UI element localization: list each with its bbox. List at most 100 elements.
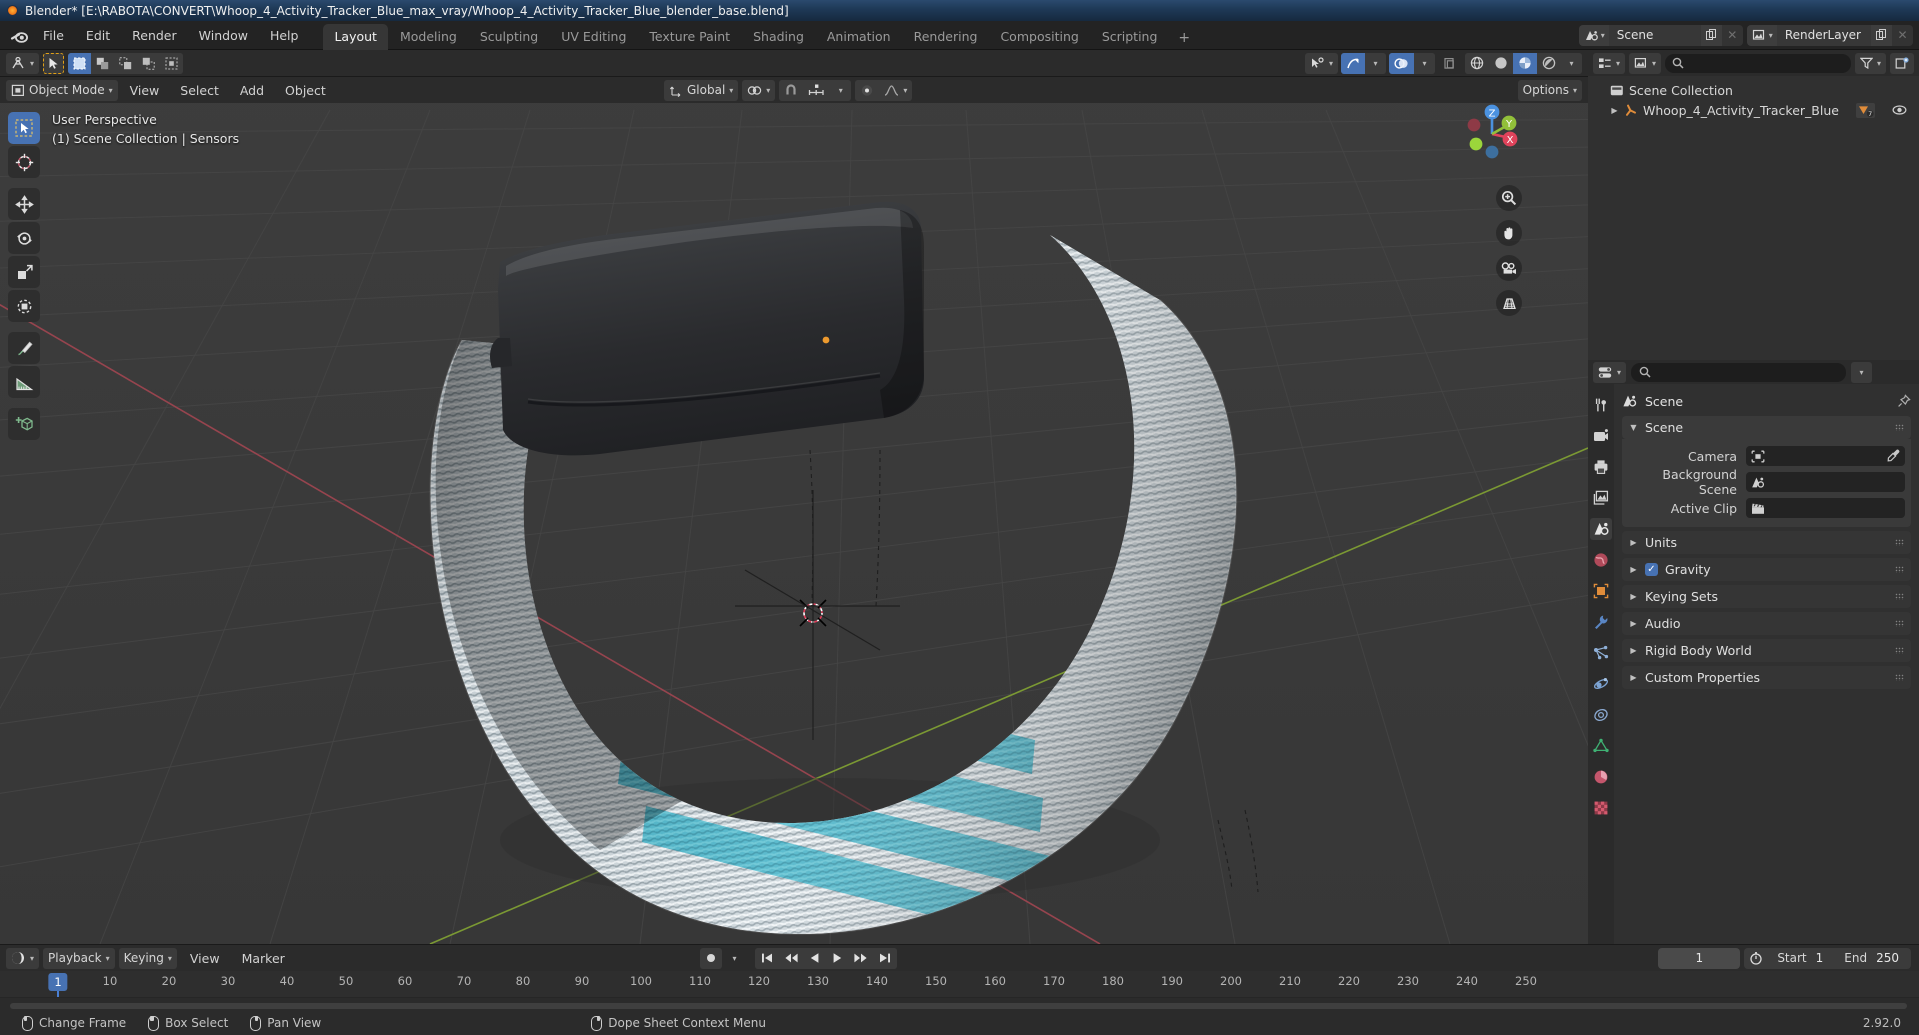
timeline-horizontal-scrollbar[interactable]: [10, 1003, 1907, 1009]
menu-render[interactable]: Render: [122, 25, 187, 46]
blender-menu-icon[interactable]: [6, 24, 32, 46]
scene-icon[interactable]: [1590, 518, 1612, 540]
outliner-row-object[interactable]: ▶ Whoop_4_Activity_Tracker_Blue 7: [1588, 100, 1919, 120]
jump-to-start-button[interactable]: [755, 947, 779, 969]
material-icon[interactable]: [1590, 766, 1612, 788]
tab-rendering[interactable]: Rendering: [903, 24, 989, 50]
pin-icon[interactable]: [1897, 394, 1911, 408]
end-frame-value[interactable]: 250: [1874, 951, 1911, 965]
scene-selector[interactable]: ▾ Scene ✕: [1578, 24, 1743, 46]
auto-keying-button[interactable]: [700, 947, 722, 969]
jump-to-next-keyframe-button[interactable]: [848, 947, 873, 969]
frame-range-group[interactable]: Start 1 End 250: [1744, 947, 1911, 969]
show-gizmo-button[interactable]: [1341, 52, 1365, 74]
tool-annotate[interactable]: [8, 332, 40, 364]
texture-icon[interactable]: [1590, 797, 1612, 819]
tool-scale[interactable]: [8, 256, 40, 288]
tab-shading[interactable]: Shading: [742, 24, 815, 50]
add-workspace-button[interactable]: +: [1169, 26, 1199, 50]
tool-rotate[interactable]: [8, 222, 40, 254]
show-overlays-button[interactable]: [1389, 52, 1414, 74]
tab-scripting[interactable]: Scripting: [1091, 24, 1169, 50]
panel-header-rigid-body-world[interactable]: ▶ Rigid Body World: [1622, 639, 1911, 662]
select-difference-button[interactable]: [137, 52, 161, 74]
transform-orientation-selector[interactable]: Global ▾: [664, 79, 739, 101]
panel-header-audio[interactable]: ▶ Audio: [1622, 612, 1911, 635]
transport-controls[interactable]: [755, 947, 897, 969]
viewport-menu-view[interactable]: View: [121, 81, 169, 100]
snap-increment-icon[interactable]: [803, 79, 831, 101]
viewport-menu-object[interactable]: Object: [276, 81, 335, 100]
object-mode-selector[interactable]: Object Mode ▾: [6, 79, 118, 101]
menu-window[interactable]: Window: [189, 25, 258, 46]
scene-name-field[interactable]: Scene: [1608, 24, 1701, 46]
viewport-menu-select[interactable]: Select: [171, 81, 228, 100]
viewport-menu-add[interactable]: Add: [231, 81, 273, 100]
snap-magnet-icon[interactable]: [779, 79, 804, 101]
panel-header-gravity[interactable]: ▶ ✓ Gravity: [1622, 558, 1911, 581]
gizmo-toggle-group[interactable]: ▾: [1341, 52, 1386, 74]
viewlayer-selector[interactable]: ▾ RenderLayer ✕: [1746, 24, 1913, 46]
shading-dropdown-button[interactable]: ▾: [1561, 52, 1582, 74]
xray-toggle-button[interactable]: [1438, 53, 1462, 74]
select-extend-button[interactable]: [91, 52, 115, 74]
falloff-curve-icon[interactable]: ▾: [879, 80, 912, 101]
playhead-label[interactable]: 1: [48, 973, 68, 991]
data-icon[interactable]: [1590, 735, 1612, 757]
play-reverse-button[interactable]: [804, 947, 826, 969]
editor-type-button[interactable]: ▾: [6, 52, 40, 74]
timeline-editor[interactable]: ▾ Playback ▾ Keying ▾ View Marker ▾ 1 St…: [0, 944, 1919, 1011]
active-clip-field[interactable]: [1746, 498, 1905, 518]
outliner-new-collection-button[interactable]: [1890, 52, 1914, 74]
pan-hand-icon[interactable]: [1496, 220, 1522, 246]
render-icon[interactable]: [1590, 425, 1612, 447]
eyedropper-icon[interactable]: [1887, 449, 1900, 462]
material-preview-button[interactable]: [1513, 52, 1537, 74]
tab-texture-paint[interactable]: Texture Paint: [638, 24, 741, 50]
jump-to-previous-keyframe-button[interactable]: [779, 947, 804, 969]
tool-move[interactable]: [8, 188, 40, 220]
tab-sculpting[interactable]: Sculpting: [469, 24, 549, 50]
expand-triangle-icon[interactable]: ▶: [1610, 106, 1619, 115]
playback-menu-button[interactable]: Playback ▾: [43, 947, 115, 969]
timeline-menu-marker[interactable]: Marker: [233, 949, 294, 968]
solid-shading-button[interactable]: [1489, 52, 1513, 74]
keying-dropdown-button[interactable]: ▾: [724, 948, 745, 969]
visibility-selectability-button[interactable]: ▾: [1304, 52, 1338, 74]
menu-edit[interactable]: Edit: [76, 25, 120, 46]
tool-transform[interactable]: [8, 290, 40, 322]
tab-uv-editing[interactable]: UV Editing: [550, 24, 637, 50]
menu-help[interactable]: Help: [260, 25, 309, 46]
object-icon[interactable]: [1590, 580, 1612, 602]
mesh-data-badge-icon[interactable]: 7: [1855, 102, 1875, 118]
visibility-eye-icon[interactable]: [1892, 104, 1907, 116]
tool-cursor[interactable]: [8, 146, 40, 178]
tab-layout[interactable]: Layout: [323, 23, 388, 50]
timeline-track-area[interactable]: [0, 997, 1919, 1011]
overlay-toggle-group[interactable]: ▾: [1389, 52, 1435, 74]
navigation-gizmo[interactable]: Z X Y: [1452, 92, 1532, 172]
rendered-shading-button[interactable]: [1537, 52, 1561, 74]
outliner-display-mode-button[interactable]: ▾: [1629, 52, 1662, 74]
start-frame-value[interactable]: 1: [1814, 951, 1836, 965]
jump-to-end-button[interactable]: [873, 947, 897, 969]
tab-compositing[interactable]: Compositing: [989, 24, 1089, 50]
output-icon[interactable]: [1590, 456, 1612, 478]
viewport-options-button[interactable]: Options ▾: [1517, 79, 1582, 101]
physics-icon[interactable]: [1590, 673, 1612, 695]
camera-view-icon[interactable]: [1496, 255, 1522, 281]
outliner-row-scene-collection[interactable]: Scene Collection: [1588, 80, 1919, 100]
tool-measure[interactable]: [8, 366, 40, 398]
particles-icon[interactable]: [1590, 642, 1612, 664]
overlay-dropdown-button[interactable]: ▾: [1414, 52, 1435, 74]
scene-icon[interactable]: ▾: [1578, 24, 1609, 46]
tab-animation[interactable]: Animation: [816, 24, 902, 50]
panel-header-scene[interactable]: ▼ Scene: [1622, 416, 1911, 439]
tweak-tool-button[interactable]: [43, 52, 65, 74]
constraint-icon[interactable]: [1590, 704, 1612, 726]
panel-header-custom-properties[interactable]: ▶ Custom Properties: [1622, 666, 1911, 689]
proportional-edit-icon[interactable]: [855, 79, 880, 101]
outliner-search-input[interactable]: [1665, 53, 1851, 73]
outliner-editor-type-button[interactable]: ▾: [1593, 52, 1626, 74]
select-mode-group[interactable]: [68, 52, 184, 74]
